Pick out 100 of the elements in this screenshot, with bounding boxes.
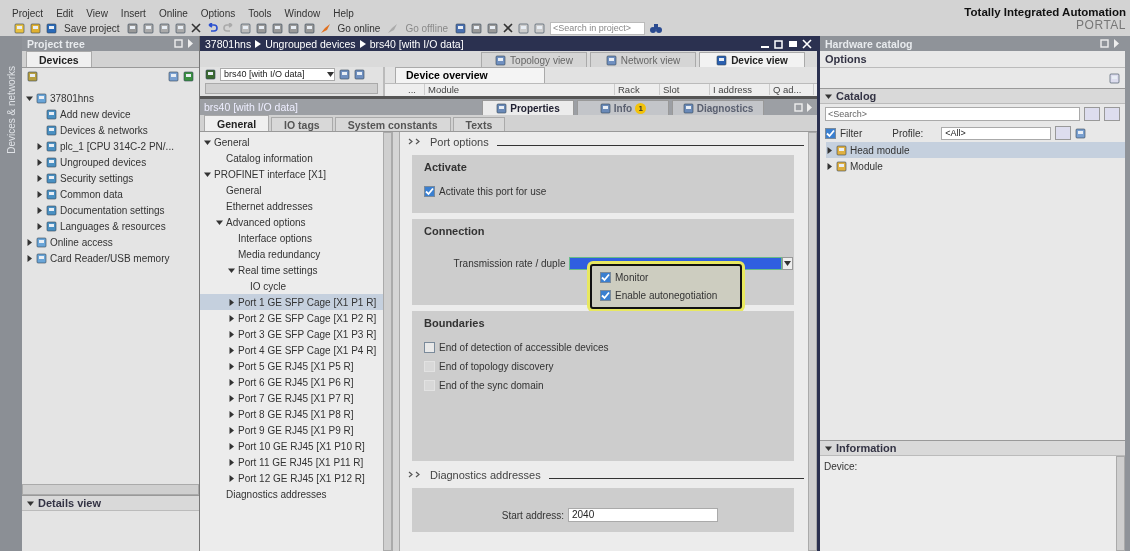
checkbox[interactable]	[600, 272, 611, 283]
tree-item[interactable]: Advanced options	[200, 214, 383, 230]
tree-item[interactable]: Port 4 GE SFP Cage [X1 P4 R]	[200, 342, 383, 358]
breadcrumb-item[interactable]: 37801hns	[205, 37, 252, 50]
menu-item[interactable]: Options	[200, 7, 236, 19]
tree-item[interactable]: 37801hns	[22, 90, 199, 106]
section-heading[interactable]: Port options	[430, 135, 489, 148]
double-chevron-icon[interactable]	[408, 138, 422, 145]
collapse-arrow-icon[interactable]	[26, 94, 33, 102]
tree-item[interactable]: Card Reader/USB memory	[22, 250, 199, 266]
tree-item[interactable]: Port 2 GE SFP Cage [X1 P2 R]	[200, 310, 383, 326]
column-header[interactable]: ...	[405, 84, 425, 96]
caret-icon[interactable]	[784, 261, 791, 266]
column-header[interactable]: Rack	[615, 84, 660, 96]
tree-item[interactable]: Media redundancy	[200, 246, 383, 262]
close-icon[interactable]	[503, 23, 514, 33]
search-field[interactable]: <Search in project>	[550, 21, 646, 35]
tree-item[interactable]: Ethernet addresses	[200, 198, 383, 214]
menu-item[interactable]: Edit	[56, 7, 74, 19]
tree-item[interactable]: Documentation settings	[22, 202, 199, 218]
devices-tab[interactable]: Devices	[26, 51, 92, 67]
tree-item[interactable]: Port 3 GE SFP Cage [X1 P3 R]	[200, 326, 383, 342]
input-field[interactable]: 2040	[568, 508, 718, 522]
tree-item[interactable]: Devices & networks	[22, 122, 199, 138]
delete-icon[interactable]	[190, 23, 201, 33]
caret-icon[interactable]	[327, 71, 334, 77]
panel-tab[interactable]: Info 1	[577, 100, 669, 115]
maximize-icon[interactable]	[788, 38, 798, 49]
collapse-arrow-icon[interactable]	[228, 266, 235, 274]
tree-item[interactable]: Ungrouped devices	[22, 154, 199, 170]
tree-item[interactable]: Catalog information	[200, 150, 383, 166]
menu-item[interactable]: Project	[12, 7, 44, 19]
double-chevron-icon[interactable]	[408, 471, 422, 478]
menu-item[interactable]: Online	[158, 7, 188, 19]
tree-item[interactable]: General	[200, 182, 383, 198]
checkbox[interactable]	[600, 290, 611, 301]
tree-item[interactable]: PROFINET interface [X1]	[200, 166, 383, 182]
tree-item[interactable]: Head module	[826, 142, 1125, 158]
view-tab[interactable]: Topology view	[481, 52, 587, 67]
breadcrumb-item[interactable]: brs40 [with I/O data]	[369, 37, 464, 50]
go-online-button[interactable]: Go online	[335, 20, 383, 36]
collapse-arrow-icon[interactable]	[27, 499, 34, 507]
breadcrumb-item[interactable]: Ungrouped devices	[265, 37, 356, 50]
column-header[interactable]: I address	[710, 84, 770, 96]
information-header[interactable]: Information	[820, 440, 1125, 456]
tree-item[interactable]: Diagnostics addresses	[200, 486, 383, 502]
dropdown-button[interactable]	[1055, 126, 1072, 140]
tree-item[interactable]: Port 8 GE RJ45 [X1 P8 R]	[200, 406, 383, 422]
menu-item[interactable]: Insert	[120, 7, 146, 19]
tree-item[interactable]: Common data	[22, 186, 199, 202]
save-project-button[interactable]: Save project	[62, 20, 122, 36]
tree-item[interactable]: Languages & resources	[22, 218, 199, 234]
collapse-arrow-icon[interactable]	[204, 138, 211, 146]
device-select[interactable]: brs40 [with I/O data]	[220, 67, 335, 81]
scrollbar[interactable]	[22, 484, 199, 495]
tree-item[interactable]: IO cycle	[200, 278, 383, 294]
catalog-header[interactable]: Catalog	[820, 88, 1125, 104]
menu-item[interactable]: Window	[284, 7, 321, 19]
scrollbar[interactable]	[383, 132, 392, 551]
column-header[interactable]: Module	[425, 84, 615, 96]
tree-item[interactable]: Interface options	[200, 230, 383, 246]
tree-item[interactable]: Port 11 GE RJ45 [X1 P11 R]	[200, 454, 383, 470]
collapse-arrow-icon[interactable]	[825, 92, 832, 100]
overview-tab[interactable]: Device overview	[395, 67, 545, 83]
tree-item[interactable]: plc_1 [CPU 314C-2 PN/...	[22, 138, 199, 154]
menu-item[interactable]: Tools	[248, 7, 272, 19]
tree-item[interactable]: Module	[826, 158, 1125, 174]
column-header[interactable]: Slot	[660, 84, 710, 96]
profile-select[interactable]: <All>	[941, 126, 1052, 140]
search-field[interactable]: <Search>	[825, 107, 1080, 121]
property-tab[interactable]: General	[204, 115, 270, 131]
tree-item[interactable]: Port 1 GE SFP Cage [X1 P1 R]	[200, 294, 383, 310]
checkbox[interactable]	[424, 342, 435, 353]
tree-item[interactable]: Port 10 GE RJ45 [X1 P10 R]	[200, 438, 383, 454]
collapse-arrow-icon[interactable]	[825, 444, 832, 452]
collapse-arrow-icon[interactable]	[204, 170, 211, 178]
view-tab[interactable]: Device view	[699, 52, 805, 67]
tree-item[interactable]: Add new device	[22, 106, 199, 122]
menu-item[interactable]: Help	[333, 7, 354, 19]
section-heading[interactable]: Diagnostics addresses	[430, 468, 541, 481]
view-tab[interactable]: Network view	[590, 52, 696, 67]
scrollbar[interactable]	[205, 83, 378, 95]
checkbox[interactable]	[825, 127, 836, 139]
panel-tab[interactable]: Properties	[482, 100, 574, 115]
binoculars-icon[interactable]	[650, 22, 663, 34]
tree-item[interactable]: Port 9 GE RJ45 [X1 P9 R]	[200, 422, 383, 438]
property-tab[interactable]: Texts	[452, 117, 506, 131]
tree-item[interactable]: Port 5 GE RJ45 [X1 P5 R]	[200, 358, 383, 374]
scrollbar[interactable]	[1116, 456, 1125, 551]
checkbox[interactable]	[424, 186, 435, 197]
tree-item[interactable]: Port 12 GE RJ45 [X1 P12 R]	[200, 470, 383, 486]
column-header[interactable]: Q ad...	[770, 84, 814, 96]
tree-item[interactable]: Port 7 GE RJ45 [X1 P7 R]	[200, 390, 383, 406]
tree-item[interactable]: Online access	[22, 234, 199, 250]
tree-item[interactable]: Security settings	[22, 170, 199, 186]
section-title[interactable]: Options	[825, 53, 867, 65]
scrollbar[interactable]	[808, 132, 817, 551]
property-tab[interactable]: IO tags	[271, 117, 333, 131]
tree-item[interactable]: Real time settings	[200, 262, 383, 278]
menu-item[interactable]: View	[86, 7, 108, 19]
